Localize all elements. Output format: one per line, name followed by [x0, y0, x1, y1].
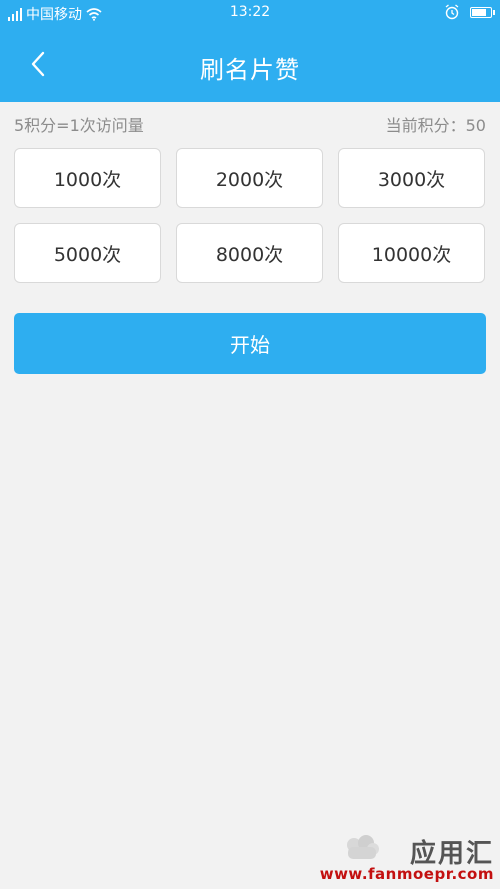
battery-icon: [470, 6, 495, 18]
option-10000-button[interactable]: 10000次: [338, 223, 485, 283]
status-right: [444, 4, 495, 20]
option-5000-button[interactable]: 5000次: [14, 223, 161, 283]
watermark-url: www.fanmoepr.com: [319, 865, 494, 883]
battery-fill: [472, 8, 486, 16]
option-3000-button[interactable]: 3000次: [338, 148, 485, 208]
visit-count-options: 1000次 2000次 3000次 5000次 8000次 10000次: [14, 148, 486, 283]
info-row: 5积分=1次访问量 当前积分：50: [14, 112, 486, 136]
watermark: 应用汇 www.fanmoepr.com: [284, 833, 494, 883]
alarm-icon: [445, 4, 459, 20]
option-2000-button[interactable]: 2000次: [176, 148, 323, 208]
watermark-logo-icon: [347, 835, 379, 859]
exchange-rate-label: 5积分=1次访问量: [14, 116, 144, 135]
option-1000-button[interactable]: 1000次: [14, 148, 161, 208]
nav-bar: 刷名片赞: [0, 26, 500, 102]
page-title: 刷名片赞: [200, 56, 300, 84]
status-time: 13:22: [229, 4, 271, 20]
current-points-label: 当前积分：50: [385, 116, 486, 135]
option-8000-button[interactable]: 8000次: [176, 223, 323, 283]
start-button[interactable]: 开始: [14, 313, 486, 374]
status-bar: 中国移动 13:22: [0, 0, 500, 26]
